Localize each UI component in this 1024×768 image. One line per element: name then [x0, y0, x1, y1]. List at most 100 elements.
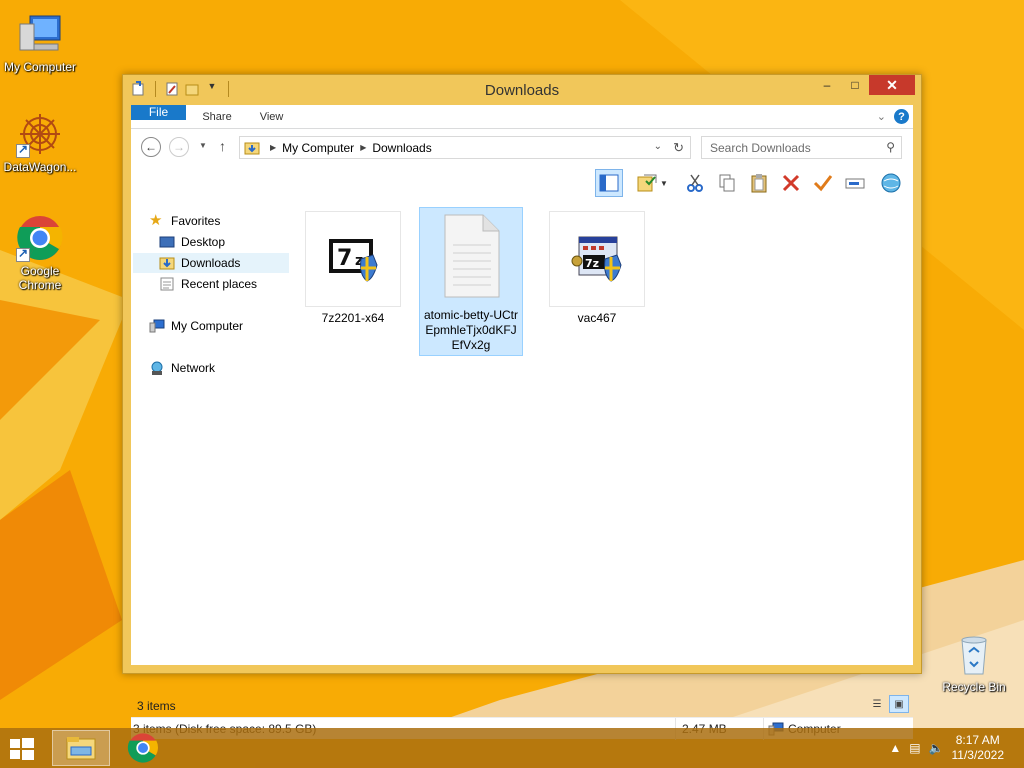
address-dropdown-icon[interactable]: ⌄ [654, 141, 662, 152]
svg-text:7: 7 [337, 246, 352, 271]
minimize-button[interactable]: – [813, 75, 841, 95]
nav-favorites[interactable]: ★ Favorites [149, 211, 305, 231]
maximize-button[interactable]: □ [841, 75, 869, 95]
star-icon: ★ [149, 212, 163, 229]
desktop-icon-label: DataWagon... [3, 160, 77, 174]
nav-my-computer[interactable]: My Computer [149, 316, 305, 336]
nav-recent-places[interactable]: Recent places [159, 274, 289, 294]
nav-network-label: Network [171, 361, 216, 375]
nav-desktop-label: Desktop [181, 235, 226, 249]
delete-button[interactable] [777, 169, 805, 197]
search-input[interactable]: Search Downloads ⚲ [701, 136, 902, 159]
desktop-icon-chrome[interactable]: Google Chrome [0, 214, 80, 292]
explorer-window: ▼ Downloads – □ ✕ File Home Share View ⌄… [122, 74, 922, 740]
breadcrumb-my-computer[interactable]: My Computer [282, 141, 354, 155]
select-button[interactable] [809, 169, 837, 197]
forward-button[interactable]: → [169, 137, 189, 157]
copy-icon [719, 174, 735, 192]
details-view-icon[interactable]: ☰ [867, 695, 887, 713]
tab-file[interactable]: File [131, 105, 186, 120]
computer-icon [149, 319, 165, 333]
cut-button[interactable] [681, 169, 709, 197]
address-bar[interactable]: ▶ My Computer ▶ Downloads ⌄ ↻ [239, 136, 691, 159]
recent-places-icon [160, 277, 174, 291]
network-status-icon[interactable]: ▤ [909, 741, 920, 755]
copy-button[interactable] [713, 169, 741, 197]
shortcut-arrow-icon [16, 246, 30, 262]
file-name: 7z2201-x64 [321, 311, 385, 325]
nav-downloads-label: Downloads [181, 256, 241, 270]
globe-icon [881, 173, 901, 193]
nav-my-computer-label: My Computer [171, 319, 244, 333]
help-icon[interactable]: ? [894, 109, 909, 124]
clipboard-icon [751, 174, 767, 193]
desktop-folder-icon [159, 236, 175, 248]
checkmark-icon [813, 175, 833, 192]
windows-logo-icon [10, 738, 34, 760]
large-icons-view-icon[interactable]: ▣ [889, 695, 909, 713]
expand-ribbon-icon[interactable]: ⌄ [877, 110, 886, 123]
chrome-icon [127, 733, 158, 763]
desktop-icon-datawagon[interactable]: DataWagon... [0, 110, 80, 174]
downloads-folder-icon [244, 142, 260, 154]
recycle-bin-icon [950, 630, 998, 678]
system-tray: ▲ ▤ 🔈 8:17 AM 11/3/2022 [889, 728, 1024, 768]
search-icon: ⚲ [886, 140, 895, 154]
paste-button[interactable] [745, 169, 773, 197]
search-placeholder: Search Downloads [710, 140, 811, 155]
taskbar-file-explorer[interactable] [52, 730, 110, 766]
close-button[interactable]: ✕ [869, 75, 915, 95]
tab-view[interactable]: View [246, 105, 298, 128]
desktop-icon-label: Google Chrome [18, 264, 62, 292]
forward-arrow-icon: → [173, 140, 185, 154]
network-globe-button[interactable] [877, 169, 905, 197]
7zip-installer-icon: 7 z [329, 239, 378, 282]
file-name: vac467 [577, 311, 617, 325]
nav-favorites-label: Favorites [171, 214, 221, 228]
item-count-row: 3 items ☰ ▣ [131, 695, 913, 715]
start-button[interactable] [6, 736, 40, 762]
chrome-icon [16, 214, 64, 262]
nav-desktop[interactable]: Desktop [159, 232, 289, 252]
volume-icon[interactable]: 🔈 [929, 741, 944, 755]
rename-button[interactable] [841, 169, 869, 197]
back-button[interactable]: ← [141, 137, 161, 157]
up-button[interactable]: ↑ [219, 138, 226, 154]
taskbar-chrome[interactable] [114, 730, 172, 766]
ribbon-tabs: File Home Share View ⌄ ? [131, 105, 913, 129]
desktop-icon-label: Recycle Bin [942, 680, 1006, 694]
file-list: 7 z 7z2201-x64 atomic-betty-UCtrEpmhleTj… [299, 201, 913, 679]
shortcut-arrow-icon [16, 142, 30, 158]
folder-check-icon [637, 174, 657, 192]
breadcrumb-separator[interactable]: ▶ [360, 143, 366, 152]
show-hidden-icons-icon[interactable]: ▲ [889, 741, 901, 755]
refresh-icon[interactable]: ↻ [673, 140, 684, 156]
installer-icon: 7z [571, 236, 622, 282]
back-arrow-icon: ← [145, 140, 157, 154]
properties-dropdown[interactable]: ▼ [657, 169, 671, 197]
file-item[interactable]: 7 z 7z2201-x64 [301, 211, 405, 326]
datawagon-icon [16, 110, 64, 158]
window-content: File Home Share View ⌄ ? ← → ▼ ↑ ▶ My Co… [131, 105, 913, 740]
delete-x-icon [782, 174, 800, 192]
breadcrumb-separator[interactable]: ▶ [270, 143, 276, 152]
nav-downloads[interactable]: Downloads [133, 253, 289, 273]
tab-share[interactable]: Share [188, 105, 245, 128]
desktop-icon-my-computer[interactable]: My Computer [0, 10, 80, 74]
computer-icon [16, 10, 64, 58]
breadcrumb-downloads[interactable]: Downloads [372, 141, 431, 155]
clock[interactable]: 8:17 AM 11/3/2022 [952, 733, 1005, 763]
file-item[interactable]: 7z vac467 [545, 211, 649, 326]
recent-locations-dropdown[interactable]: ▼ [199, 141, 207, 150]
nav-recent-places-label: Recent places [181, 277, 258, 291]
clock-date: 11/3/2022 [951, 748, 1005, 762]
file-name: atomic-betty-UCtrEpmhleTjx0dKFJEfVx2g [423, 308, 518, 352]
network-icon [151, 361, 163, 375]
preview-pane-button[interactable] [595, 169, 623, 197]
nav-network[interactable]: Network [149, 358, 305, 378]
taskbar: ▲ ▤ 🔈 8:17 AM 11/3/2022 [0, 728, 1024, 768]
file-item-selected[interactable]: atomic-betty-UCtrEpmhleTjx0dKFJEfVx2g [419, 207, 523, 356]
desktop-icon-recycle-bin[interactable]: Recycle Bin [934, 630, 1014, 694]
title-bar[interactable]: ▼ Downloads – □ ✕ [123, 75, 921, 105]
clock-time: 8:17 AM [955, 733, 1000, 747]
